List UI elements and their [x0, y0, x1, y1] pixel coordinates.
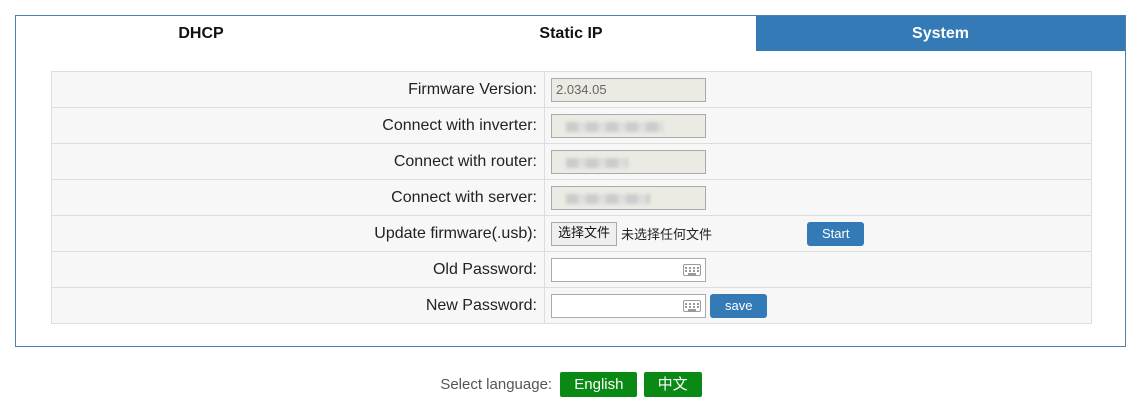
old-password-input[interactable] [551, 257, 706, 282]
start-button[interactable]: Start [807, 222, 865, 246]
firmware-version-field: 2.034.05 [551, 77, 706, 102]
router-connection-label: Connect with router: [51, 143, 545, 180]
choose-file-button[interactable]: 选择文件 [551, 221, 618, 246]
table-row: Connect with server: [51, 179, 1092, 216]
language-label: Select language: [440, 376, 553, 393]
chinese-button[interactable]: 中文 [643, 372, 702, 397]
inverter-connection-field [551, 113, 706, 138]
router-connection-field [551, 149, 706, 174]
tab-bar: DHCP Static IP System [16, 16, 1125, 51]
english-button[interactable]: English [560, 372, 638, 397]
firmware-version-label: Firmware Version: [51, 71, 545, 108]
redacted-value [566, 157, 628, 168]
tab-system[interactable]: System [756, 16, 1125, 51]
tab-dhcp[interactable]: DHCP [16, 16, 386, 51]
table-row: New Password: save [51, 287, 1092, 324]
redacted-value [566, 193, 650, 204]
table-row: Update firmware(.usb): 选择文件 未选择任何文件 Start [51, 215, 1092, 252]
old-password-label: Old Password: [51, 251, 545, 288]
new-password-input[interactable] [551, 293, 706, 318]
inverter-connection-label: Connect with inverter: [51, 107, 545, 144]
table-row: Connect with router: [51, 143, 1092, 180]
server-connection-label: Connect with server: [51, 179, 545, 216]
keyboard-icon[interactable] [683, 263, 701, 276]
language-selector: Select language: English 中文 [0, 372, 1142, 397]
table-row: Old Password: [51, 251, 1092, 288]
keyboard-icon[interactable] [683, 299, 701, 312]
tab-static-ip[interactable]: Static IP [386, 16, 756, 51]
redacted-value [566, 121, 664, 132]
no-file-selected-text: 未选择任何文件 [621, 228, 713, 243]
new-password-label: New Password: [51, 287, 545, 324]
server-connection-field [551, 185, 706, 210]
system-panel: DHCP Static IP System Firmware Version: … [15, 15, 1126, 347]
table-row: Connect with inverter: [51, 107, 1092, 144]
system-settings-table: Firmware Version: 2.034.05 Connect with … [51, 71, 1092, 324]
update-firmware-label: Update firmware(.usb): [51, 215, 545, 252]
table-row: Firmware Version: 2.034.05 [51, 71, 1092, 108]
save-button[interactable]: save [710, 293, 768, 318]
